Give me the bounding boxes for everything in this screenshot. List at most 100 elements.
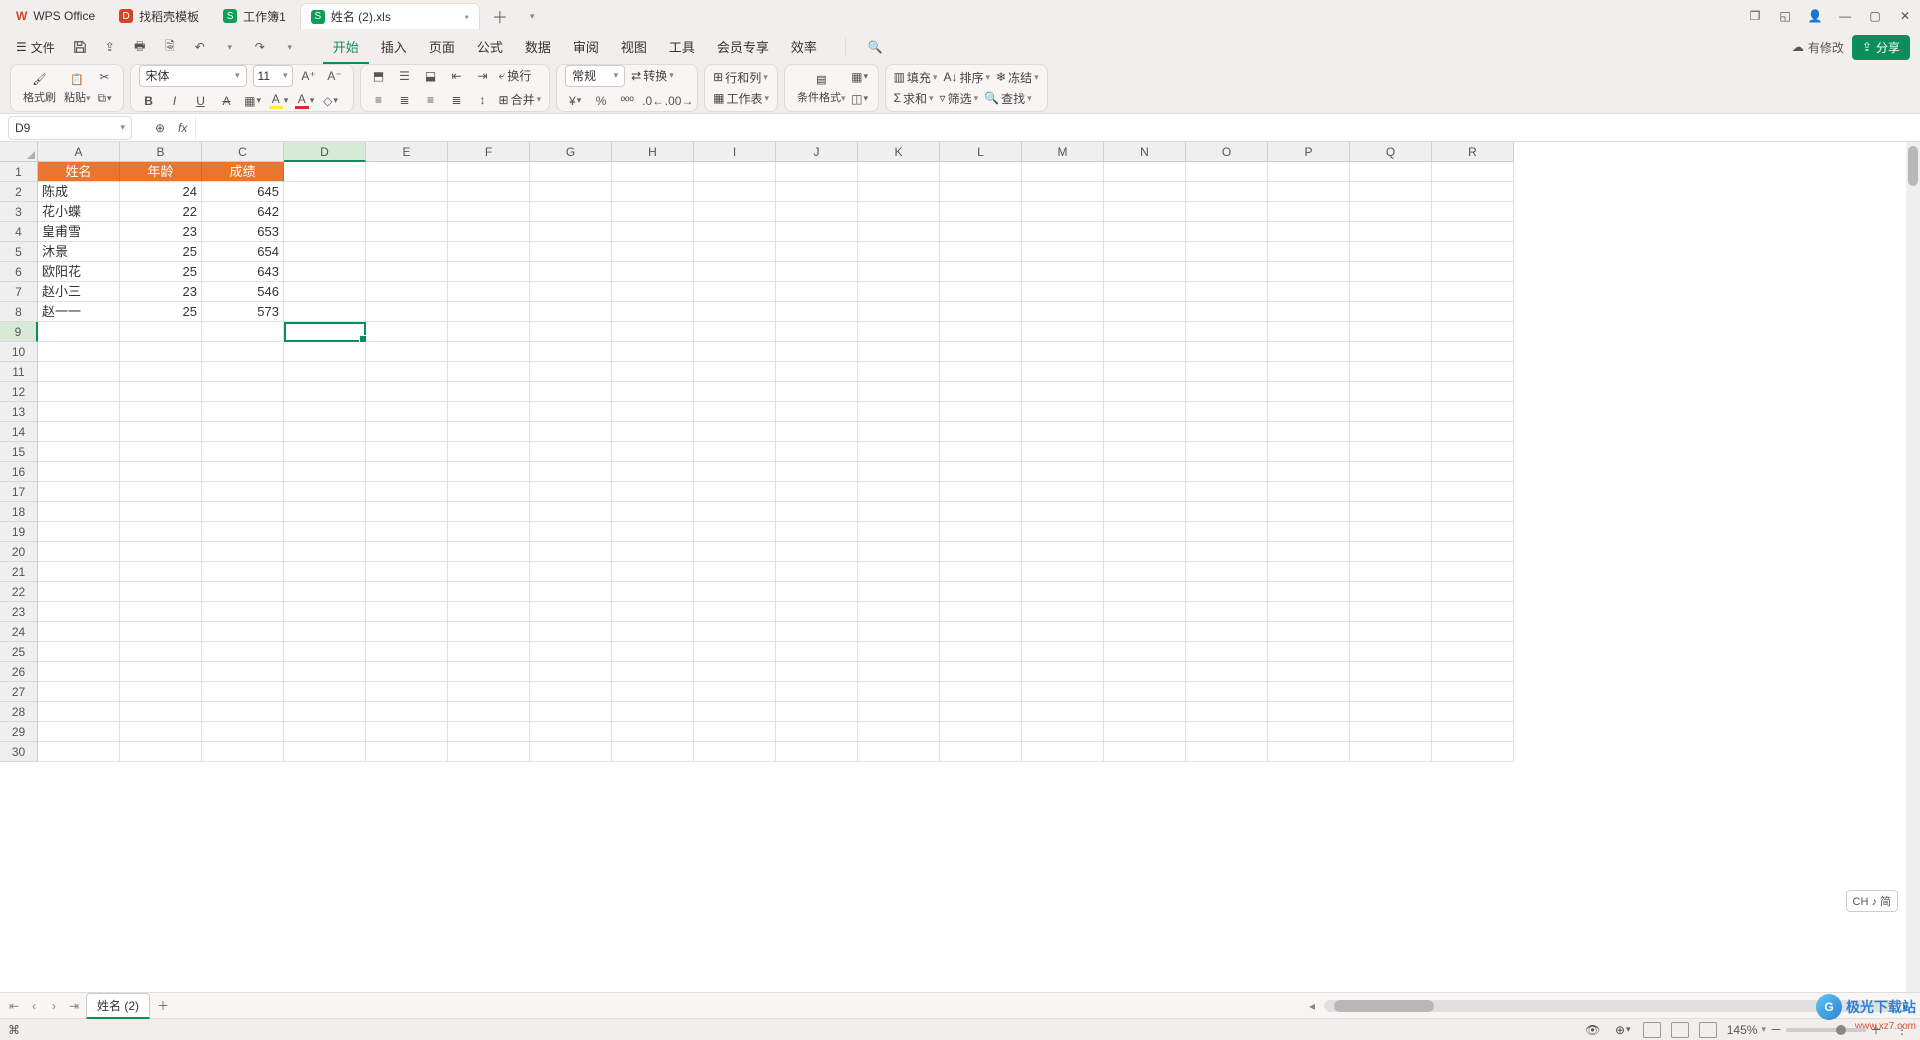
cell-C13[interactable] [202,402,284,422]
theme-icon[interactable]: ⊕▾ [1613,1020,1633,1040]
cell-G16[interactable] [530,462,612,482]
cell-N2[interactable] [1104,182,1186,202]
cell-A15[interactable] [38,442,120,462]
row-header-7[interactable]: 7 [0,282,38,302]
cell-D26[interactable] [284,662,366,682]
cell-B2[interactable]: 24 [120,182,202,202]
cell-J21[interactable] [776,562,858,582]
cell-A10[interactable] [38,342,120,362]
cell-G5[interactable] [530,242,612,262]
row-header-30[interactable]: 30 [0,742,38,762]
cell-R18[interactable] [1432,502,1514,522]
cell-C10[interactable] [202,342,284,362]
cell-K8[interactable] [858,302,940,322]
cell-M10[interactable] [1022,342,1104,362]
cell-F1[interactable] [448,162,530,182]
cell-P4[interactable] [1268,222,1350,242]
cell-B14[interactable] [120,422,202,442]
cell-O28[interactable] [1186,702,1268,722]
cell-M7[interactable] [1022,282,1104,302]
row-header-19[interactable]: 19 [0,522,38,542]
conditional-format-button[interactable]: ▤ 条件格式▾ [797,70,846,105]
cell-J17[interactable] [776,482,858,502]
add-sheet-button[interactable]: ＋ [154,997,172,1014]
cell-G14[interactable] [530,422,612,442]
cell-P6[interactable] [1268,262,1350,282]
row-header-3[interactable]: 3 [0,202,38,222]
cell-Q20[interactable] [1350,542,1432,562]
tab-app[interactable]: W WPS Office [6,3,105,29]
wrap-text-button[interactable]: ⤶换行 [499,67,532,84]
cell-C2[interactable]: 645 [202,182,284,202]
cell-A4[interactable]: 皇甫雪 [38,222,120,242]
cell-I6[interactable] [694,262,776,282]
cell-H6[interactable] [612,262,694,282]
cell-C27[interactable] [202,682,284,702]
cell-H29[interactable] [612,722,694,742]
cell-B28[interactable] [120,702,202,722]
cell-G22[interactable] [530,582,612,602]
cell-G20[interactable] [530,542,612,562]
cell-M6[interactable] [1022,262,1104,282]
cell-C21[interactable] [202,562,284,582]
cell-M13[interactable] [1022,402,1104,422]
thousand-separator-button[interactable]: ººº [617,91,637,111]
merge-button[interactable]: ⊞合并▾ [499,91,542,108]
cell-R4[interactable] [1432,222,1514,242]
font-size-select[interactable]: 11▾ [253,65,293,87]
cell-O15[interactable] [1186,442,1268,462]
cell-M8[interactable] [1022,302,1104,322]
cell-P27[interactable] [1268,682,1350,702]
cell-H10[interactable] [612,342,694,362]
column-header-J[interactable]: J [776,142,858,162]
cell-G10[interactable] [530,342,612,362]
cell-N20[interactable] [1104,542,1186,562]
cell-B15[interactable] [120,442,202,462]
tab-data[interactable]: 数据 [515,31,561,64]
view-normal-button[interactable] [1643,1022,1661,1038]
cell-A14[interactable] [38,422,120,442]
cell-E8[interactable] [366,302,448,322]
cell-J4[interactable] [776,222,858,242]
column-header-L[interactable]: L [940,142,1022,162]
cell-D20[interactable] [284,542,366,562]
cell-I4[interactable] [694,222,776,242]
cell-M21[interactable] [1022,562,1104,582]
cell-A3[interactable]: 花小蝶 [38,202,120,222]
cell-F18[interactable] [448,502,530,522]
cell-J2[interactable] [776,182,858,202]
cell-I9[interactable] [694,322,776,342]
column-header-E[interactable]: E [366,142,448,162]
cell-G1[interactable] [530,162,612,182]
cell-L2[interactable] [940,182,1022,202]
find-button[interactable]: 🔍查找▾ [984,90,1032,107]
cell-O3[interactable] [1186,202,1268,222]
cell-K5[interactable] [858,242,940,262]
cell-G7[interactable] [530,282,612,302]
cell-H9[interactable] [612,322,694,342]
cell-C29[interactable] [202,722,284,742]
cell-H25[interactable] [612,642,694,662]
cell-E28[interactable] [366,702,448,722]
cell-L11[interactable] [940,362,1022,382]
cell-L1[interactable] [940,162,1022,182]
cell-J19[interactable] [776,522,858,542]
indent-decrease-button[interactable]: ⇤ [447,66,467,86]
column-header-B[interactable]: B [120,142,202,162]
cell-I14[interactable] [694,422,776,442]
cell-J24[interactable] [776,622,858,642]
cell-N29[interactable] [1104,722,1186,742]
cell-B12[interactable] [120,382,202,402]
cell-P26[interactable] [1268,662,1350,682]
cell-E6[interactable] [366,262,448,282]
copy-button[interactable]: ⧉▾ [95,89,115,109]
cell-N3[interactable] [1104,202,1186,222]
cell-Q16[interactable] [1350,462,1432,482]
cell-M9[interactable] [1022,322,1104,342]
cell-N28[interactable] [1104,702,1186,722]
cell-K24[interactable] [858,622,940,642]
row-header-22[interactable]: 22 [0,582,38,602]
cell-L10[interactable] [940,342,1022,362]
cell-D22[interactable] [284,582,366,602]
strikethrough-button[interactable]: A [217,91,237,111]
